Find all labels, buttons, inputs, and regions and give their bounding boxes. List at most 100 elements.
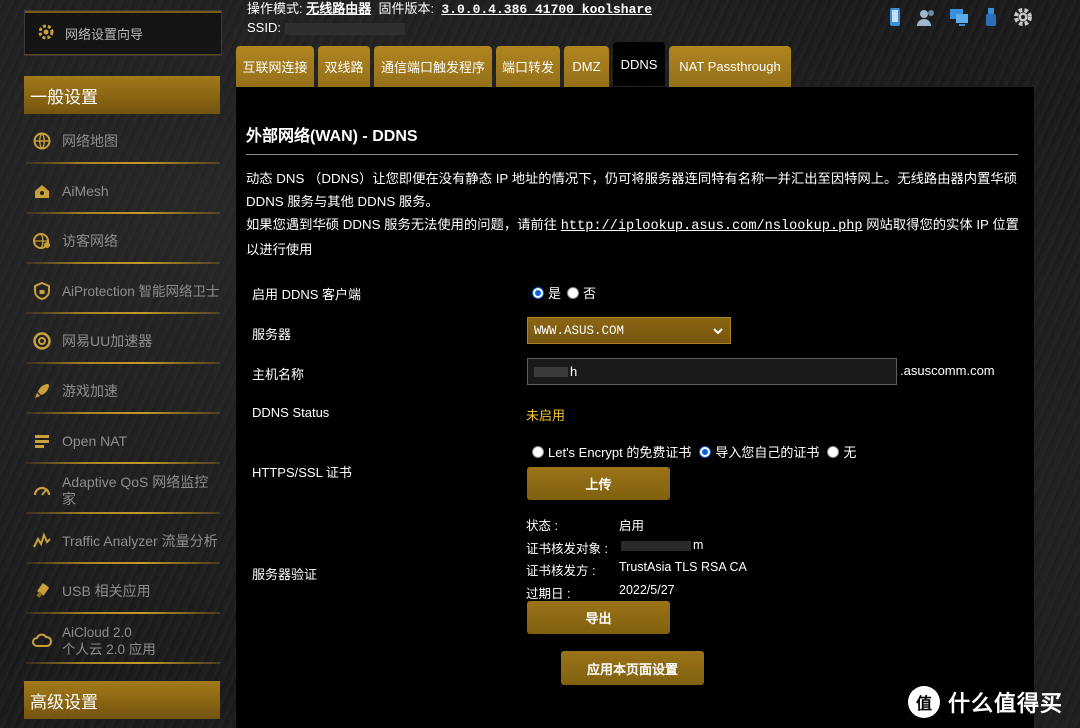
nslookup-link[interactable]: http://iplookup.asus.com/nslookup.php [561, 219, 863, 234]
tab-ddns[interactable]: DDNS [613, 42, 665, 86]
general-settings-header: 一般设置 [24, 76, 220, 114]
mesh-house-icon [35, 185, 49, 198]
shield-lock-icon [34, 281, 50, 301]
enable-no-radio[interactable] [567, 286, 580, 299]
server-verify-label: 服务器验证 [252, 567, 318, 582]
enable-no-label: 否 [583, 286, 597, 301]
aicloud-subtitle: 个人云 2.0 应用 [62, 642, 156, 657]
sidebar-item-aimesh[interactable]: AiMesh [24, 166, 220, 216]
tab-dual-wan[interactable]: 双线路 [318, 46, 370, 87]
firmware-value-link[interactable]: 3.0.0.4.386_41700_koolshare [441, 2, 652, 17]
watermark-logo-text: 值 [915, 696, 932, 713]
ddns-status-value: 未启用 [526, 408, 566, 423]
ssl-import-label: 导入您自己的证书 [715, 445, 820, 460]
usb-status-icon[interactable] [980, 6, 1002, 28]
sidebar-item-label: 网易UU加速器 [62, 332, 153, 349]
watermark-logo-icon: 值 [908, 686, 940, 718]
cert-issuer-value: TrustAsia TLS RSA CA [619, 560, 747, 574]
wizard-gear-icon [35, 21, 57, 46]
chevron-down-icon [713, 328, 723, 335]
ssl-letsencrypt-label: Let's Encrypt 的免费证书 [548, 445, 692, 460]
apply-settings-button[interactable]: 应用本页面设置 [561, 651, 704, 685]
sidebar-item-uu-accelerator[interactable]: 网易UU加速器 [24, 316, 220, 366]
ssl-letsencrypt-radio[interactable] [532, 445, 544, 458]
issued-to-redacted [621, 540, 691, 551]
server-label: 服务器 [252, 327, 292, 342]
firmware-label: 固件版本: [378, 1, 435, 16]
issued-to-tail: m [693, 538, 704, 552]
tab-nat-passthrough[interactable]: NAT Passthrough [669, 46, 791, 87]
mode-value-link[interactable]: 无线路由器 [306, 1, 371, 16]
network-monitor-icon[interactable] [948, 6, 970, 28]
aicloud-title: AiCloud 2.0 [62, 625, 132, 640]
hostname-suffix: .asuscomm.com [900, 363, 995, 378]
advanced-settings-header: 高级设置 [24, 681, 220, 719]
sidebar-item-label: AiCloud 2.0 个人云 2.0 应用 [62, 624, 156, 658]
cert-state-key: 状态 : [526, 519, 558, 533]
cert-expire-value: 2022/5/27 [619, 583, 675, 597]
ssl-import-radio[interactable] [699, 445, 712, 458]
gauge-icon [33, 486, 51, 496]
top-status-icons [884, 6, 1034, 28]
tab-port-forwarding[interactable]: 端口转发 [496, 46, 560, 87]
page-description: 动态 DNS （DDNS）让您即便在没有静态 IP 地址的情况下，仍可将服务器连… [246, 167, 1021, 261]
users-icon[interactable] [916, 6, 938, 28]
ddns-status-label: DDNS Status [252, 405, 330, 420]
traffic-analyzer-icon [33, 532, 51, 548]
settings-gear-icon[interactable] [1012, 6, 1034, 28]
mode-firmware-line: 操作模式: 无线路由器 固件版本: 3.0.0.4.386_41700_kool… [247, 0, 652, 19]
sidebar-item-game-boost[interactable]: 游戏加速 [24, 366, 220, 416]
sidebar-item-guest-network[interactable]: 访客网络 [24, 216, 220, 266]
top-info: 操作模式: 无线路由器 固件版本: 3.0.0.4.386_41700_kool… [247, 0, 652, 37]
hostname-value: h [570, 364, 578, 379]
cloud-icon [32, 633, 52, 647]
sidebar-item-aiprotection[interactable]: AiProtection 智能网络卫士 [24, 266, 220, 316]
upload-button[interactable]: 上传 [527, 467, 670, 500]
open-nat-icon [35, 435, 49, 448]
description-paragraph-2: 如果您遇到华硕 DDNS 服务无法使用的问题，请前往 http://iplook… [246, 213, 1021, 261]
ssid-line: SSID: [247, 19, 652, 37]
server-select[interactable]: WWW.ASUS.COM [527, 317, 731, 344]
title-divider [246, 154, 1018, 155]
sidebar-item-label: Adaptive QoS 网络监控家 [62, 474, 209, 507]
export-button[interactable]: 导出 [527, 601, 670, 634]
sidebar-item-open-nat[interactable]: Open NAT [24, 416, 220, 466]
hostname-input[interactable]: h [527, 358, 897, 385]
usb-icon [36, 583, 49, 598]
watermark: 值 什么值得买 [908, 686, 1063, 718]
description-prefix: 如果您遇到华硕 DDNS 服务无法使用的问题，请前往 [246, 217, 558, 232]
sidebar-item-label: USB 相关应用 [62, 582, 151, 599]
cert-issued-to-value: m [619, 538, 703, 552]
sidebar-item-label: 网络地图 [62, 132, 118, 149]
cert-issued-to-key: 证书核发对象 : [526, 542, 608, 556]
sidebar-item-label: 游戏加速 [62, 382, 118, 399]
sidebar-item-network-map[interactable]: 网络地图 [24, 116, 220, 166]
sidebar-item-label: AiMesh [62, 182, 109, 199]
enable-ddns-label: 启用 DDNS 客户端 [252, 287, 362, 302]
tab-port-trigger[interactable]: 通信端口触发程序 [374, 46, 492, 87]
server-selected-value: WWW.ASUS.COM [534, 323, 625, 338]
watermark-text: 什么值得买 [948, 691, 1064, 716]
sidebar-item-aicloud[interactable]: AiCloud 2.0 个人云 2.0 应用 [24, 616, 220, 666]
sidebar-item-traffic-analyzer[interactable]: Traffic Analyzer 流量分析 [24, 516, 220, 566]
hostname-label: 主机名称 [252, 367, 305, 382]
ssid-redacted [284, 22, 405, 35]
rocket-icon [35, 384, 49, 398]
phone-icon[interactable] [884, 6, 906, 28]
sidebar-item-label: Traffic Analyzer 流量分析 [62, 532, 218, 549]
ssl-none-radio[interactable] [827, 445, 840, 458]
network-setup-wizard-button[interactable]: 网络设置向导 [24, 10, 222, 56]
cert-issuer-key: 证书核发方 : [526, 564, 596, 578]
tab-dmz[interactable]: DMZ [564, 46, 609, 87]
guest-globe-icon [33, 233, 50, 249]
sidebar-item-adaptive-qos[interactable]: Adaptive QoS 网络监控家 [24, 466, 220, 516]
sidebar-item-usb-apps[interactable]: USB 相关应用 [24, 566, 220, 616]
mode-label: 操作模式: [247, 1, 303, 16]
sidebar-item-label: 访客网络 [62, 232, 118, 249]
cert-expire-key: 过期日 : [526, 587, 571, 601]
enable-yes-radio[interactable] [532, 286, 544, 299]
enable-ddns-options: 是 否 [532, 283, 596, 302]
page-title: 外部网络(WAN) - DDNS [246, 128, 418, 145]
tab-internet-connection[interactable]: 互联网连接 [236, 46, 314, 87]
wizard-label: 网络设置向导 [65, 26, 144, 42]
